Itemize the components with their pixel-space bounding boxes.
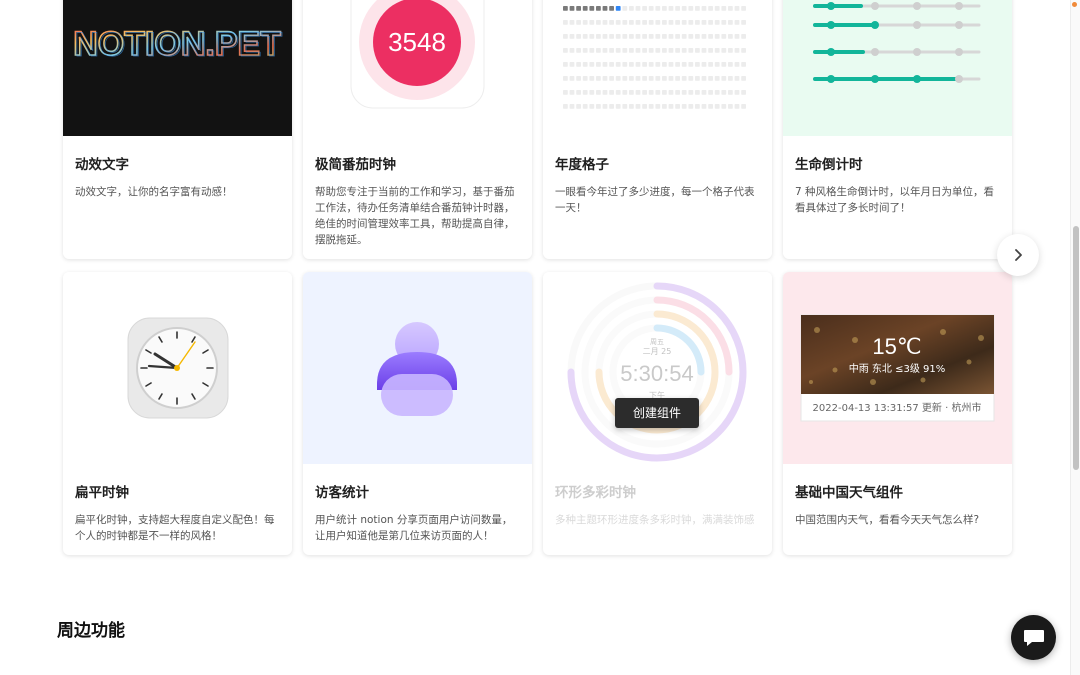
weather-preview: 15℃ 中雨 东北 ≤3级 91% 2022-04-13 13:31:57 更新… <box>783 272 1012 464</box>
widget-card-visitor-stats[interactable]: 访客统计 用户统计 notion 分享页面用户访问数量，让用户知道他是第几位来访… <box>303 272 532 555</box>
carousel-next-button[interactable] <box>997 234 1039 276</box>
card-title: 生命倒计时 <box>795 157 863 173</box>
card-description: 中国范围内天气，看看今天天气怎么样? <box>795 514 980 526</box>
widget-card-flat-clock[interactable]: 扁平时钟 扁平化时钟，支持超大程度自定义配色！每个人的时钟都是不一样的风格！ <box>63 272 292 555</box>
chevron-right-icon <box>1015 249 1022 261</box>
create-widget-button[interactable]: 创建组件 <box>615 398 699 428</box>
ring-clock-date: 二月 25 <box>643 347 672 356</box>
page-scrollbar[interactable] <box>1070 0 1080 675</box>
notification-dot <box>1072 2 1077 7</box>
visitor-stats-preview <box>303 272 532 464</box>
card-description: 一眼看今年过了多少进度，每一个格子代表一天！ <box>555 186 755 214</box>
pomodoro-count: 3548 <box>388 27 446 57</box>
weather-temp: 15℃ <box>872 334 921 359</box>
card-description: 扁平化时钟，支持超大程度自定义配色！每个人的时钟都是不一样的风格！ <box>75 514 275 542</box>
card-description: 动效文字，让你的名字富有动感！ <box>75 186 233 198</box>
card-title: 动效文字 <box>75 157 129 173</box>
chat-support-button[interactable] <box>1011 615 1056 660</box>
ring-clock-week: 周五 <box>650 338 664 346</box>
card-description: 帮助您专注于当前的工作和学习，基于番茄工作法，待办任务清单结合番茄钟计时器，绝佳… <box>315 186 515 246</box>
card-title: 访客统计 <box>315 485 369 501</box>
widget-card-ring-clock[interactable]: 周五 二月 25 5:30:54 下午 创建组件 环形多彩时钟 多种主题环形进度… <box>543 272 772 555</box>
widget-card-life-countdown[interactable]: 生命倒计时 7 种风格生命倒计时，以年月日为单位，看看具体过了多长时间了！ <box>783 0 1012 259</box>
card-description: 用户统计 notion 分享页面用户访问数量，让用户知道他是第几位来访页面的人！ <box>315 514 513 542</box>
section-title-peripheral: 周边功能 <box>57 621 125 641</box>
widget-card-pomodoro-clock[interactable]: 3548 极简番茄时钟 帮助您专注于当前的工作和学习，基于番茄工作法，待办任务清… <box>303 0 532 259</box>
animated-text-preview: NOTION.PET NOTION.PET <box>63 0 292 136</box>
widget-card-animated-text[interactable]: NOTION.PET NOTION.PET 动效文字 动效文字，让你的名字富有动… <box>63 0 292 259</box>
flat-clock-preview <box>63 272 292 464</box>
weather-condition: 中雨 东北 ≤3级 91% <box>849 362 946 375</box>
card-description: 多种主题环形进度条多彩时钟，满满装饰感 <box>555 514 755 526</box>
card-description: 7 种风格生命倒计时，以年月日为单位，看看具体过了多长时间了！ <box>795 186 995 214</box>
ring-clock-time: 5:30:54 <box>620 361 693 386</box>
weather-updated: 2022-04-13 13:31:57 更新 · 杭州市 <box>813 401 982 414</box>
svg-text:NOTION.PET: NOTION.PET <box>75 26 283 64</box>
chat-bubble-icon <box>1023 629 1044 646</box>
widget-card-year-grid[interactable]: 年度格子 一眼看今年过了多少进度，每一个格子代表一天！ <box>543 0 772 259</box>
ring-clock-preview: 周五 二月 25 5:30:54 下午 创建组件 <box>543 272 772 464</box>
scrollbar-thumb[interactable] <box>1073 226 1079 470</box>
widget-card-china-weather[interactable]: 15℃ 中雨 东北 ≤3级 91% 2022-04-13 13:31:57 更新… <box>783 272 1012 555</box>
card-title: 基础中国天气组件 <box>795 485 903 501</box>
card-title: 环形多彩时钟 <box>555 485 636 501</box>
pomodoro-preview: 3548 <box>303 0 532 136</box>
life-countdown-preview <box>783 0 1012 136</box>
card-title: 年度格子 <box>555 157 609 173</box>
card-title: 扁平时钟 <box>75 485 129 501</box>
year-grid-preview <box>543 0 772 136</box>
card-title: 极简番茄时钟 <box>315 157 396 173</box>
